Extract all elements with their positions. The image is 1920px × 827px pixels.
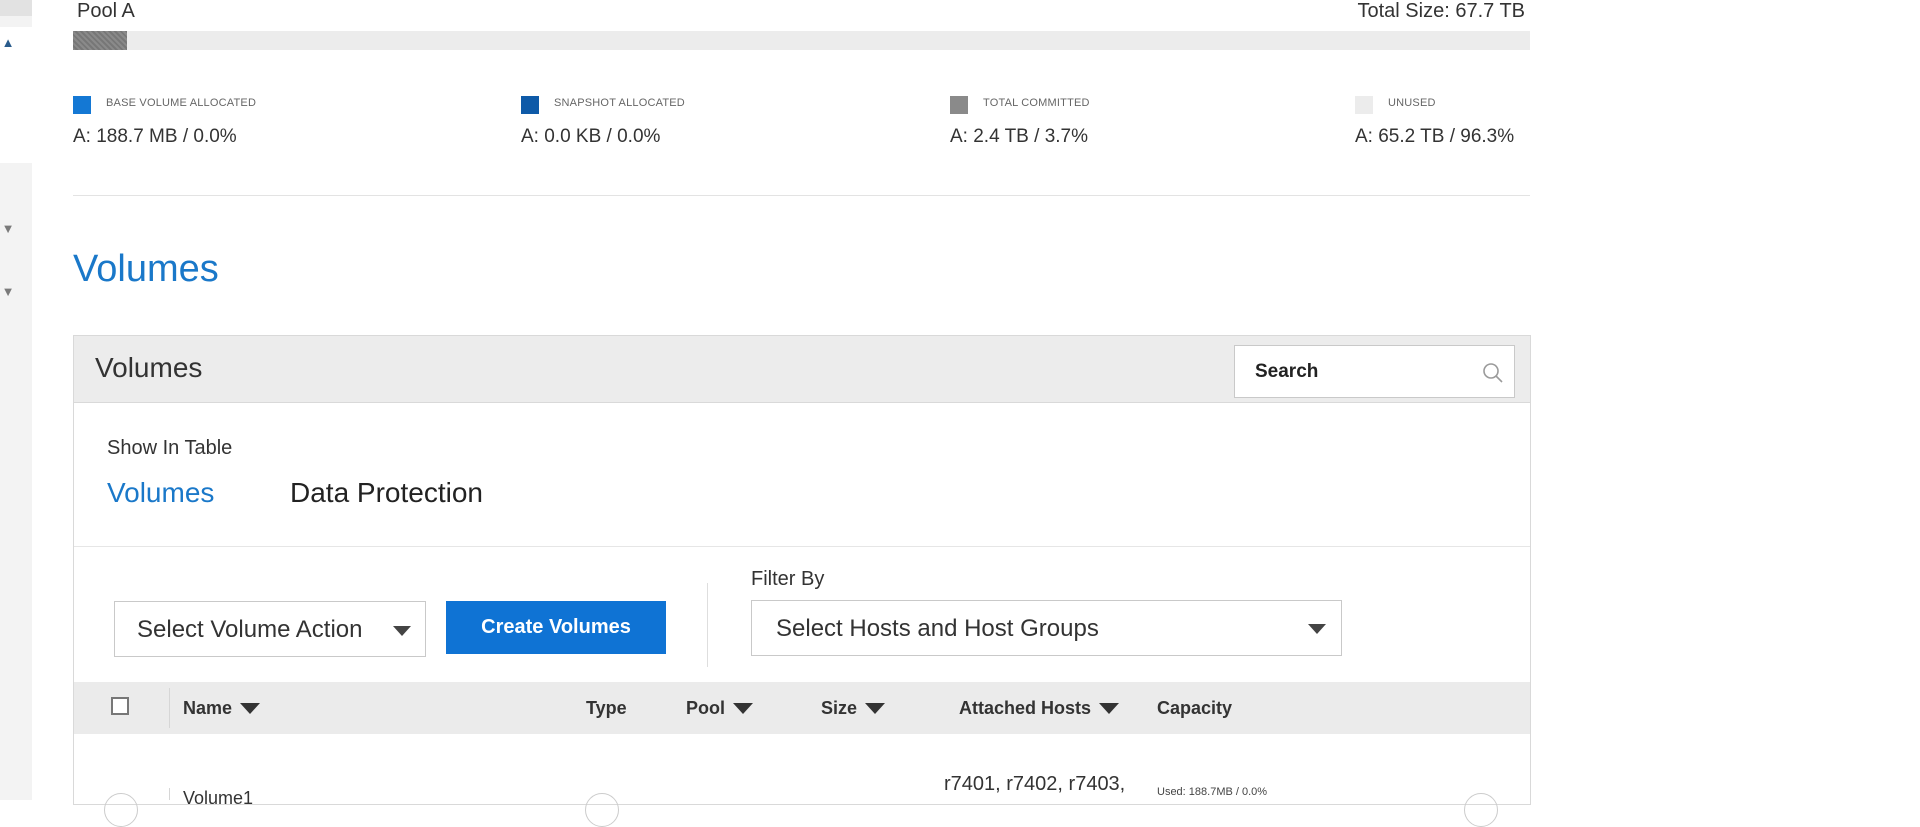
pool-total-size: Total Size: 67.7 TB [1357, 0, 1526, 22]
column-attached-hosts-label: Attached Hosts [959, 698, 1092, 718]
section-divider [73, 195, 1530, 196]
unused-value: A: 65.2 TB / 96.3% [1355, 126, 1515, 147]
attached-hosts-value: r7401, r7402, r7403, [944, 773, 1126, 795]
tab-data-protection[interactable]: Data Protection [290, 477, 483, 509]
search-box[interactable] [1234, 345, 1515, 398]
pool-capacity-bar [73, 31, 1530, 50]
toolbar-separator [707, 583, 708, 667]
column-size-header[interactable]: Size [821, 698, 886, 719]
type-icon [585, 793, 619, 827]
expand-down-icon[interactable]: ▼ [0, 285, 16, 298]
base-volume-value: A: 188.7 MB / 0.0% [73, 126, 237, 147]
column-attached-hosts-header[interactable]: Attached Hosts [959, 698, 1120, 719]
panel-divider [74, 546, 1530, 547]
search-icon[interactable] [1482, 362, 1504, 384]
create-volumes-button[interactable]: Create Volumes [446, 601, 666, 654]
row-checkbox[interactable] [104, 793, 138, 827]
total-committed-value: A: 2.4 TB / 3.7% [950, 126, 1089, 147]
select-all-checkbox[interactable] [111, 697, 129, 715]
snapshot-value: A: 0.0 KB / 0.0% [521, 126, 661, 147]
sort-down-icon[interactable] [865, 703, 886, 714]
base-volume-label: BASE VOLUME ALLOCATED [106, 97, 257, 109]
sort-down-icon[interactable] [733, 703, 753, 714]
table-header [74, 682, 1530, 734]
column-type-label: Type [586, 698, 627, 718]
chevron-down-icon [1308, 624, 1326, 634]
base-volume-swatch [73, 96, 91, 114]
column-name-label: Name [183, 698, 233, 718]
chevron-down-icon [393, 626, 411, 636]
volume-name-link[interactable]: Volume1 [183, 788, 253, 809]
volume-action-value: Select Volume Action [137, 616, 363, 643]
sort-down-icon[interactable] [240, 703, 261, 714]
page-title: Volumes [73, 248, 219, 290]
column-size-label: Size [821, 698, 858, 718]
snapshot-swatch [521, 96, 539, 114]
volume-action-select[interactable]: Select Volume Action [114, 601, 426, 657]
column-capacity-label: Capacity [1157, 698, 1233, 718]
filter-by-label: Filter By [751, 568, 825, 590]
column-pool-header[interactable]: Pool [686, 698, 753, 719]
host-filter-select[interactable]: Select Hosts and Host Groups [751, 600, 1342, 656]
column-name-header[interactable]: Name [183, 698, 261, 719]
rail-block [0, 0, 32, 16]
sort-down-icon[interactable] [1099, 703, 1120, 714]
snapshot-label: SNAPSHOT ALLOCATED [554, 97, 685, 109]
unused-label: UNUSED [1388, 97, 1436, 109]
pool-name: Pool A [77, 0, 135, 22]
show-in-table-label: Show In Table [107, 437, 233, 459]
column-type-header: Type [586, 698, 627, 719]
host-filter-value: Select Hosts and Host Groups [776, 615, 1099, 642]
search-input[interactable] [1253, 358, 1477, 386]
total-committed-label: TOTAL COMMITTED [983, 97, 1090, 109]
total-committed-swatch [950, 96, 968, 114]
tab-volumes[interactable]: Volumes [107, 477, 214, 509]
column-capacity-header: Capacity [1157, 698, 1232, 719]
pool-committed-fill [73, 31, 127, 50]
column-pool-label: Pool [686, 698, 725, 718]
header-separator [169, 688, 170, 728]
capacity-value: Used: 188.7MB / 0.0% [1157, 786, 1268, 798]
row-actions-icon[interactable] [1464, 793, 1498, 827]
panel-title: Volumes [95, 352, 203, 383]
unused-swatch [1355, 96, 1373, 114]
row-separator [169, 788, 170, 800]
collapse-up-icon[interactable]: ▲ [0, 36, 16, 49]
expand-down-icon[interactable]: ▼ [0, 222, 16, 235]
